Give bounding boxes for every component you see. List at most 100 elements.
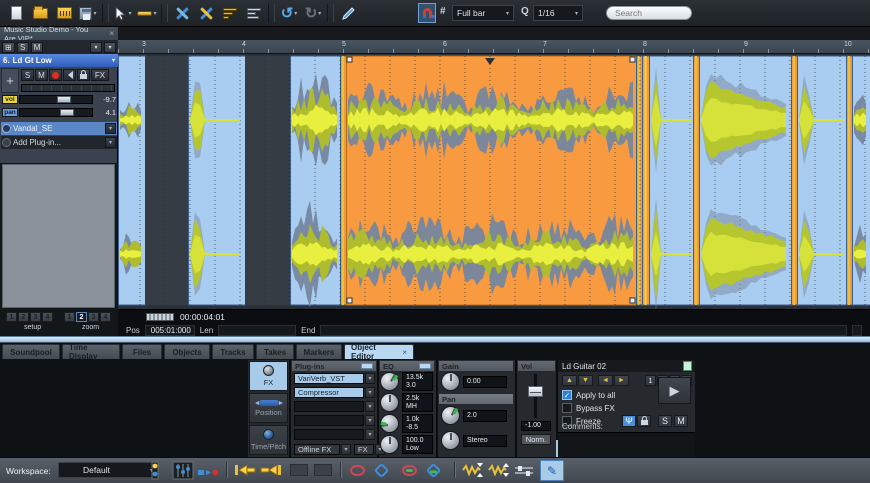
eq-band-1-knob[interactable] <box>380 372 399 391</box>
save-button[interactable]: ▾ <box>76 2 100 24</box>
cut-button[interactable] <box>170 2 194 24</box>
plugin-slot-3[interactable]: ▾ <box>294 401 375 412</box>
plugin-slot-4-name[interactable] <box>294 415 364 426</box>
eq-enable-toggle[interactable] <box>419 363 431 369</box>
track-title-bar[interactable]: 6. Ld Gt Low ▾ <box>0 54 118 67</box>
play-range-h-button[interactable] <box>402 460 417 480</box>
workspace-dropdown[interactable]: Default ▾ <box>58 462 158 478</box>
end-value[interactable] <box>320 325 847 336</box>
prev-object-up-button[interactable]: ▲ <box>562 375 577 386</box>
cursor-caret-icon[interactable]: ▾ <box>128 10 131 17</box>
phase-psi-button[interactable]: Ψ <box>622 415 636 427</box>
object-editor-toggle-button[interactable]: ✎ <box>540 460 564 481</box>
object-editor-tab-time-pitch[interactable]: Time/Pitch <box>249 425 288 455</box>
plugin-caret-icon[interactable]: ▾ <box>105 123 116 134</box>
prev-object-button[interactable]: ◄ <box>598 375 613 386</box>
object-editor-tab-position[interactable]: Position <box>249 393 288 423</box>
draw-tool-button[interactable]: ▾ <box>135 2 159 24</box>
track-solo-button[interactable]: S <box>21 69 34 81</box>
mixer-mini-buttons[interactable] <box>198 468 220 476</box>
object-mute-button[interactable]: M <box>674 415 688 427</box>
overview-box[interactable] <box>2 164 115 308</box>
track-grid-button[interactable]: ⊞ <box>2 42 15 53</box>
draw-caret-icon[interactable]: ▾ <box>153 10 156 17</box>
plugin-slot-1-caret-icon[interactable]: ▾ <box>365 373 375 384</box>
go-to-end-button[interactable] <box>260 460 282 480</box>
plugin-slot-5-caret-icon[interactable]: ▾ <box>365 429 375 440</box>
snap-value-dropdown[interactable]: Full bar▾ <box>452 5 514 21</box>
cursor-tool-button[interactable]: ▾ <box>111 2 135 24</box>
track-lock-button[interactable] <box>77 69 90 81</box>
redo-button[interactable]: ↻▾ <box>301 2 325 24</box>
object-editor-tab-fx[interactable]: FX <box>249 361 288 391</box>
add-track-button[interactable]: + <box>1 68 19 93</box>
comments-area[interactable] <box>558 432 695 457</box>
fx-menu-button[interactable]: FX <box>354 444 374 455</box>
transport-end-button[interactable] <box>852 325 862 336</box>
plugin-slot-4-caret-icon[interactable]: ▾ <box>365 415 375 426</box>
open-project-button[interactable] <box>28 2 52 24</box>
channel-strip-button[interactable] <box>148 460 162 480</box>
track-monitor-button[interactable] <box>63 69 76 81</box>
fade-tool-button[interactable] <box>218 2 242 24</box>
pos-value[interactable]: 005:01:000 <box>145 325 195 336</box>
pan-knob[interactable] <box>441 406 460 425</box>
add-plugin-caret-icon[interactable]: ▾ <box>105 137 116 148</box>
arrange-area[interactable] <box>118 54 870 309</box>
range-forward-button-disabled[interactable] <box>314 460 332 480</box>
next-object-button[interactable]: ► <box>614 375 629 386</box>
tab-objects[interactable]: Objects <box>164 344 210 359</box>
tab-markers[interactable]: Markers <box>296 344 342 359</box>
plugin-slot-2[interactable]: Compressor ▾ <box>294 387 375 398</box>
len-value[interactable] <box>218 325 296 336</box>
track-options-button[interactable]: ▾ <box>90 42 102 53</box>
zoom-wave-out-button[interactable] <box>462 460 484 480</box>
eq-band-3-knob[interactable] <box>380 414 399 433</box>
plugin-slot-3-name[interactable] <box>294 401 364 412</box>
undo-caret-icon[interactable]: ▾ <box>294 10 297 17</box>
align-tool-button[interactable] <box>242 2 266 24</box>
import-audio-button[interactable] <box>52 2 76 24</box>
tab-object-editor[interactable]: Object Editor × <box>344 344 414 359</box>
offline-fx-caret-icon[interactable]: ▾ <box>341 444 351 455</box>
waveform-display[interactable] <box>118 54 870 309</box>
setup-button-2[interactable]: 2 <box>18 312 29 322</box>
plugins-enable-toggle[interactable] <box>361 363 373 369</box>
snap-toggle-button[interactable] <box>418 3 436 23</box>
loop-v-button[interactable] <box>376 460 387 480</box>
bypass-fx-checkbox[interactable] <box>562 403 572 413</box>
track-plugin-slot[interactable]: Vandal_SE ▾ <box>1 122 117 135</box>
plugin-slot-1-name[interactable]: VariVerb_VST <box>294 373 364 384</box>
zoom-wave-in-button[interactable] <box>488 460 510 480</box>
add-plugin-slot[interactable]: Add Plug-in... ▾ <box>1 136 117 149</box>
zoom-button-1[interactable]: 1 <box>64 312 75 322</box>
zoom-button-4[interactable]: 4 <box>100 312 111 322</box>
plugin-slot-2-name[interactable]: Compressor <box>294 387 364 398</box>
timeline-ruler[interactable]: 3 4 5 6 7 8 9 10 <box>118 40 870 54</box>
plugin-slot-5-name[interactable] <box>294 429 364 440</box>
all-mute-button[interactable]: M <box>31 42 44 53</box>
panel-splitter[interactable] <box>0 336 870 343</box>
project-tab[interactable]: Music Studio Demo - You Are.VIP* × <box>0 27 118 40</box>
new-project-button[interactable] <box>4 2 28 24</box>
apply-to-all-checkbox[interactable]: ✓ <box>562 390 572 400</box>
plugin-slot-5[interactable]: ▾ <box>294 429 375 440</box>
zoom-button-2[interactable]: 2 <box>76 312 87 322</box>
save-caret-icon[interactable]: ▾ <box>93 10 96 17</box>
take-button-1[interactable]: 1 <box>645 375 656 386</box>
object-color-indicator[interactable] <box>683 361 692 371</box>
normalize-button[interactable]: Norm. <box>521 434 551 445</box>
redo-caret-icon[interactable]: ▾ <box>318 10 321 17</box>
plugin-slot-2-caret-icon[interactable]: ▾ <box>365 387 375 398</box>
all-solo-button[interactable]: S <box>17 42 29 53</box>
volume-slider[interactable] <box>19 95 93 104</box>
eq-band-2-knob[interactable] <box>380 393 399 412</box>
offline-fx-button[interactable]: Offline FX <box>294 444 340 455</box>
plugin-slot-4[interactable]: ▾ <box>294 415 375 426</box>
track-view-button[interactable]: ▾ <box>104 42 116 53</box>
object-play-button[interactable]: ▶ <box>658 377 691 404</box>
timeline-scroll-handle[interactable] <box>146 313 174 321</box>
play-range-v-button[interactable] <box>428 460 439 480</box>
undo-button[interactable]: ↺▾ <box>277 2 301 24</box>
plugin-slot-1[interactable]: VariVerb_VST ▾ <box>294 373 375 384</box>
